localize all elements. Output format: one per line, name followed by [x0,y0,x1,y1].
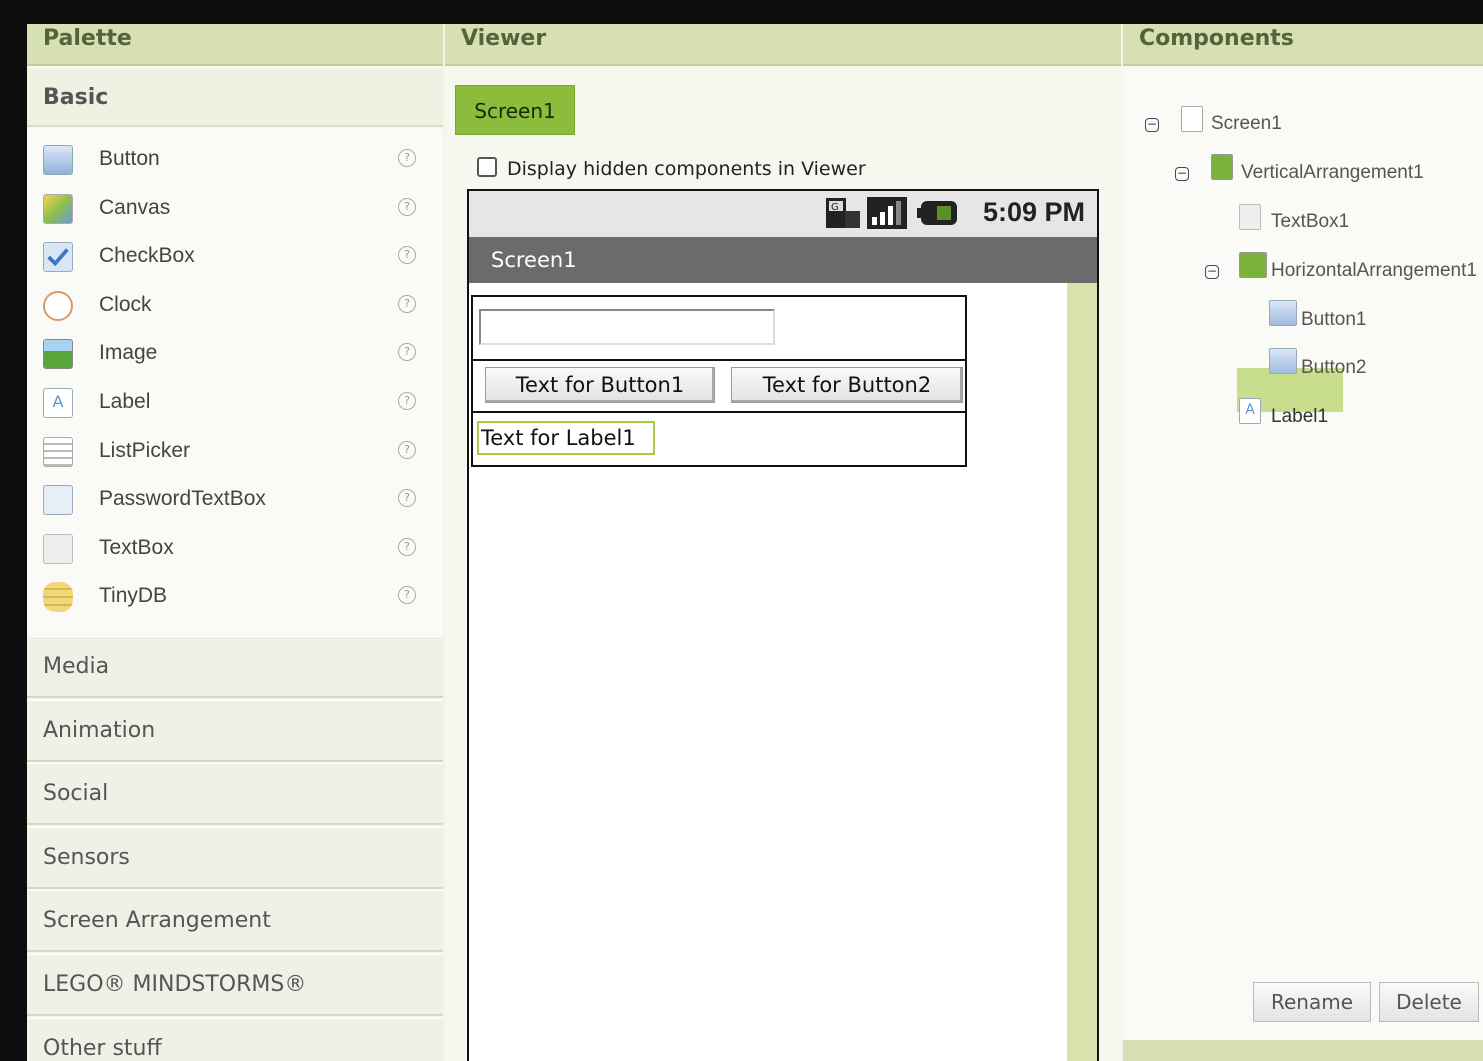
button-icon [1269,348,1297,374]
collapse-screen1-icon[interactable]: − [1145,118,1159,132]
button1-preview[interactable]: Text for Button1 [485,367,715,403]
palette-item-label: ListPicker [99,438,191,462]
image-icon [43,339,73,370]
textbox-icon [1239,204,1261,230]
palette-drawer-media[interactable]: Media [27,636,443,698]
palette-drawer-sensors[interactable]: Sensors [27,826,443,889]
palette-item-label: Label [99,390,151,413]
help-icon[interactable]: ? [398,392,416,410]
properties-header-strip [1123,1040,1483,1061]
components-title: Components [1123,24,1483,66]
checkbox-icon [43,242,73,273]
textbox-icon [43,533,73,564]
palette-item-label: Canvas [99,195,171,219]
data-icon: G [826,198,860,228]
tinydb-icon [43,582,73,613]
delete-button[interactable]: Delete [1379,982,1479,1022]
help-icon[interactable]: ? [398,489,416,508]
help-icon[interactable]: ? [398,537,416,556]
palette-drawer-other-stuff[interactable]: Other stuff [27,1017,443,1061]
tree-node-button1[interactable]: Button1 [1301,309,1367,331]
palette-item-image[interactable]: Image? [27,331,443,379]
horizontal-arrangement-icon [1239,252,1267,278]
help-icon[interactable]: ? [398,343,416,362]
tree-node-label1[interactable]: Label1 [1271,406,1328,428]
rename-button[interactable]: Rename [1253,982,1371,1022]
phone-status-bar: G 5:09 PM [469,191,1097,237]
components-panel: Components − Screen1 − VerticalArrangeme… [1123,24,1483,1061]
canvas-icon [43,193,73,224]
help-icon[interactable]: ? [398,197,416,216]
palette-item-label: Image [99,341,158,365]
basic-component-list: Button? Canvas? CheckBox? Clock? Image? A Labe… [27,129,443,634]
palette-item-label: Button [99,147,160,170]
palette-item-button[interactable]: Button? [27,137,443,185]
palette-panel: Palette Basic Button? Canvas? CheckBox? Clo… [27,24,443,1061]
button2-preview[interactable]: Text for Button2 [731,367,963,403]
palette-title: Palette [27,24,443,66]
palette-item-clock[interactable]: Clock? [27,283,443,331]
palette-item-label: TinyDB [99,584,168,608]
tree-node-textbox1[interactable]: TextBox1 [1271,211,1349,233]
palette-drawer-social[interactable]: Social [27,763,443,826]
label1-preview[interactable]: Text for Label1 [477,421,655,455]
screen-icon [1181,106,1203,132]
label-icon: A [1239,398,1261,424]
palette-item-passwordtextbox[interactable]: PasswordTextBox? [27,477,443,525]
battery-icon [917,201,957,225]
button-icon [43,145,73,175]
palette-item-tinydb[interactable]: TinyDB? [27,574,443,622]
palette-drawer-animation[interactable]: Animation [27,699,443,762]
palette-item-label: PasswordTextBox [99,487,266,511]
palette-item-label: Clock [99,292,152,316]
tree-node-vertical-arrangement1[interactable]: VerticalArrangement1 [1241,162,1424,184]
horizontal-arrangement-preview[interactable]: Text for Button1 Text for Button2 [471,359,967,413]
display-hidden-checkbox[interactable] [477,157,497,177]
display-hidden-label: Display hidden components in Viewer [507,158,866,180]
vertical-arrangement-icon [1211,154,1233,180]
button-icon [1269,300,1297,326]
palette-item-checkbox[interactable]: CheckBox? [27,234,443,282]
component-tree: − Screen1 − VerticalArrangement1 TextBox… [1123,68,1483,1038]
clock-icon [43,290,73,321]
palette-item-label[interactable]: A Label? [27,380,443,428]
collapse-horizontal-icon[interactable]: − [1205,265,1219,279]
palette-item-label: CheckBox [99,244,195,268]
palette-drawer-screen-arrangement[interactable]: Screen Arrangement [27,890,443,953]
help-icon[interactable]: ? [398,149,416,167]
phone-preview: G 5:09 PM Screen1 Text for Button1 Text … [467,189,1099,1061]
collapse-vertical-icon[interactable]: − [1175,167,1189,181]
svg-text:G: G [831,202,839,213]
help-icon[interactable]: ? [398,246,416,265]
palette-item-label: TextBox [99,535,174,559]
phone-scrollbar[interactable] [1067,283,1097,1061]
phone-clock: 5:09 PM [982,197,1085,227]
tree-node-horizontal-arrangement1[interactable]: HorizontalArrangement1 [1271,260,1477,282]
palette-item-listpicker[interactable]: ListPicker? [27,429,443,477]
screen-selector-button[interactable]: Screen1 [455,85,575,135]
palette-drawer-basic[interactable]: Basic [27,69,443,127]
help-icon[interactable]: ? [398,294,416,313]
textbox1-preview[interactable] [479,309,775,345]
palette-drawer-lego-mindstorms[interactable]: LEGO® MINDSTORMS® [27,954,443,1016]
viewer-panel: Viewer Screen1 Display hidden components… [445,24,1121,1061]
tree-node-button2[interactable]: Button2 [1301,357,1367,379]
phone-title-bar: Screen1 [469,237,1097,283]
listpicker-icon [43,436,73,467]
viewer-title: Viewer [445,24,1121,66]
palette-item-textbox[interactable]: TextBox? [27,526,443,574]
signal-icon [867,197,907,229]
vertical-arrangement-preview[interactable]: Text for Button1 Text for Button2 Text f… [471,295,967,467]
help-icon[interactable]: ? [398,586,416,605]
help-icon[interactable]: ? [398,440,416,459]
password-textbox-icon [43,485,73,516]
tree-node-screen1[interactable]: Screen1 [1211,113,1282,135]
app-designer-frame: Palette Basic Button? Canvas? CheckBox? Clo… [27,24,1483,1061]
palette-item-canvas[interactable]: Canvas? [27,186,443,234]
label-icon: A [43,388,73,418]
